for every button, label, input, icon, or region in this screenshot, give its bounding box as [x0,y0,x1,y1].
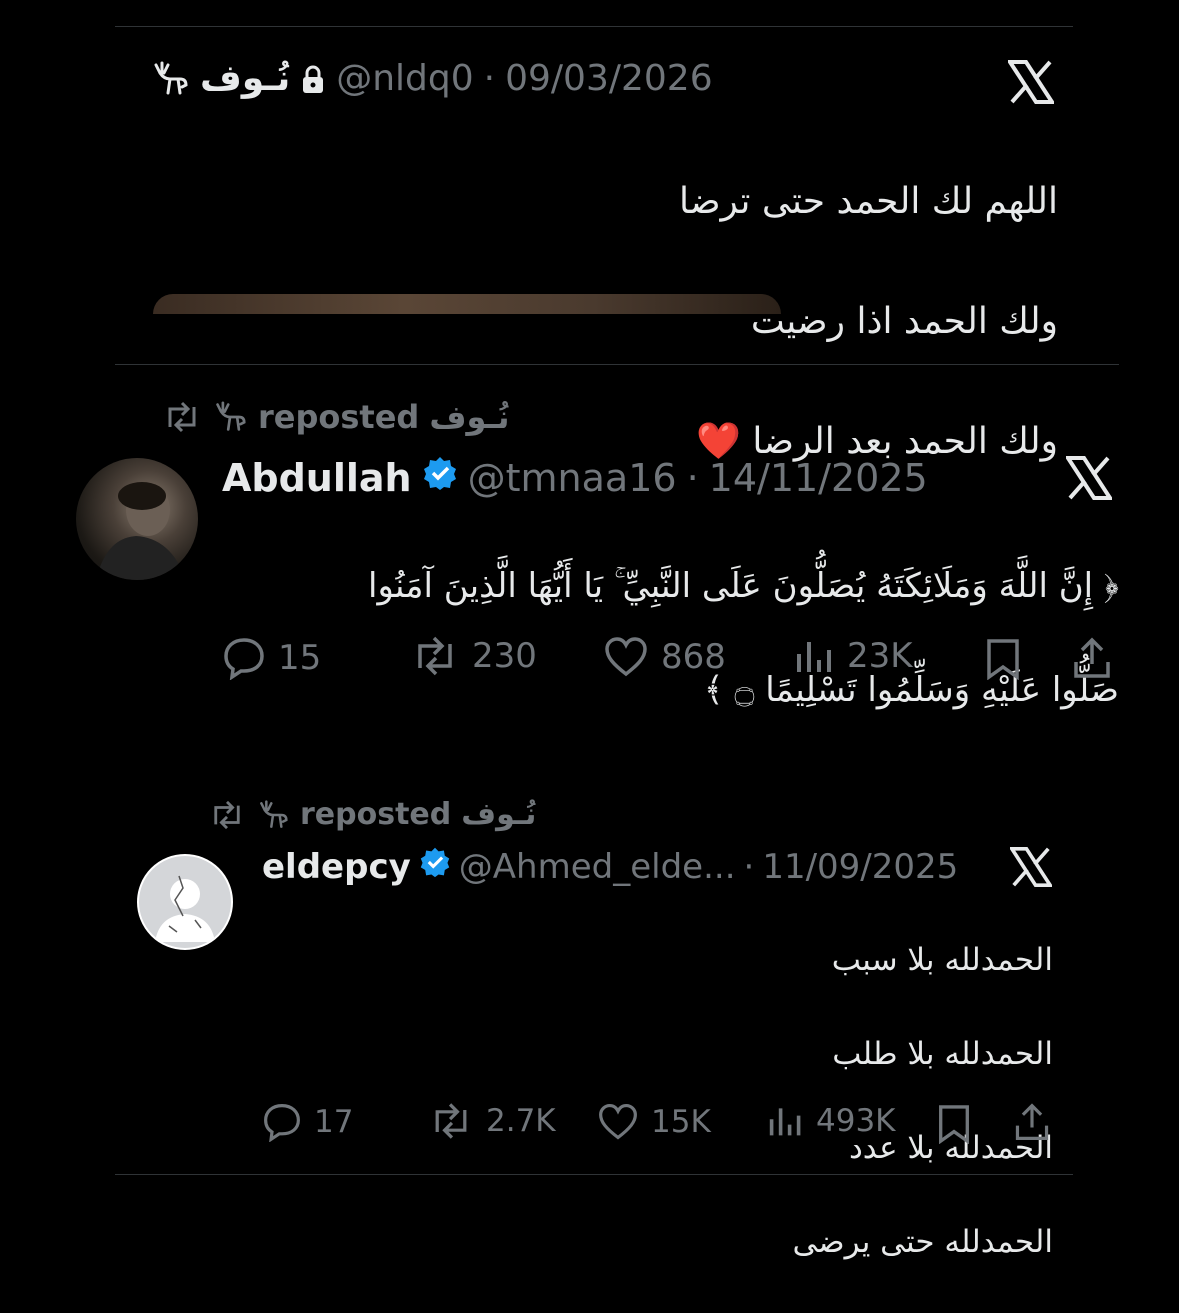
post-3-line-1: الحمدلله بلا سبب [831,942,1053,978]
post-1[interactable]: نُـوف @nldq0 · 09/03/2026 اللهم لك الحمد… [115,40,1073,462]
bookmark-button[interactable] [983,638,1023,684]
views-button[interactable]: 23K [795,636,913,676]
reply-icon [264,1104,300,1142]
post-3-handle[interactable]: @Ahmed_elde... [459,847,736,887]
heart-icon [605,637,647,677]
reply-count: 17 [314,1104,354,1140]
deer-icon [150,61,190,97]
post-1-separator: · [483,58,496,99]
default-avatar-icon [155,875,215,942]
share-button[interactable] [1070,636,1114,684]
post-3-separator: · [743,846,755,887]
x-logo-icon [1006,60,1056,108]
repost-count: 230 [472,636,537,676]
view-count: 493K [816,1103,896,1139]
reply-button[interactable]: 15 [222,636,321,680]
repost-icon [418,636,452,676]
share-icon [1015,1103,1049,1140]
top-divider [115,26,1073,27]
repost-icon [435,1103,467,1139]
lock-icon [300,64,326,94]
bookmark-button[interactable] [935,1104,973,1148]
repost-icon [162,401,202,433]
post-3-line-4: الحمدلله حتى يرضى [792,1224,1053,1260]
like-button[interactable]: 868 [603,636,726,678]
reply-button[interactable]: 17 [262,1102,353,1142]
share-icon [1074,637,1110,678]
reply-icon [224,638,264,680]
like-count: 15K [651,1104,711,1140]
post-3-author-name[interactable]: eldepcy [262,847,411,887]
repost-count: 2.7K [486,1103,556,1139]
reply-count: 15 [278,638,322,678]
post-1-author-name[interactable]: نُـوف [200,58,290,99]
post-3-date[interactable]: 11/09/2025 [762,847,958,887]
bottom-divider [115,1174,1073,1175]
repost-author[interactable]: نُـوف [429,398,509,436]
post-1-handle[interactable]: @nldq0 [336,58,473,99]
post-1-media[interactable] [153,294,781,314]
post-2-author-name[interactable]: Abdullah [222,456,412,500]
bookmark-icon [939,1105,969,1145]
post-2-line-1: ﴿ إِنَّ اللَّهَ وَمَلَائِكَتَهُ يُصَلُّو… [368,566,1119,606]
post-3-repost-banner[interactable]: reposted نُـوف [208,797,536,832]
repost-author[interactable]: نُـوف [461,797,536,832]
views-chart-icon [769,1108,801,1136]
avatar[interactable] [137,854,233,950]
post-2-repost-banner[interactable]: reposted نُـوف [162,398,510,436]
post-1-header: نُـوف @nldq0 · 09/03/2026 [150,58,713,99]
repost-icon [208,800,246,830]
avatar[interactable] [76,458,198,580]
share-button[interactable] [1012,1102,1052,1146]
repost-label: reposted [258,398,420,436]
x-logo-icon [1008,847,1054,891]
views-chart-icon [797,642,831,672]
post-3-header: eldepcy @Ahmed_elde... · 11/09/2025 [262,846,958,887]
like-count: 868 [661,637,726,677]
post-3-line-2: الحمدلله بلا طلب [832,1036,1053,1072]
post-divider-1 [115,364,1119,365]
views-button[interactable]: 493K [768,1102,896,1140]
post-2-date[interactable]: 14/11/2025 [709,456,928,500]
post-1-date[interactable]: 09/03/2026 [505,58,713,99]
bookmark-icon [987,639,1019,681]
verified-badge-icon [422,455,458,500]
post-2-handle[interactable]: @tmnaa16 [468,456,677,500]
deer-icon [212,401,248,433]
repost-label: reposted [300,797,452,832]
view-count: 23K [847,636,913,676]
post-2-header: Abdullah @tmnaa16 · 14/11/2025 [222,455,928,500]
repost-button[interactable]: 2.7K [428,1102,556,1140]
like-button[interactable]: 15K [597,1102,711,1142]
avatar-photo-icon [96,482,186,580]
post-1-line-1: اللهم لك الحمد حتى ترضا [679,181,1058,222]
heart-icon [599,1103,637,1140]
x-logo-icon [1064,456,1114,504]
deer-icon [256,799,290,830]
post-2-separator: · [686,455,699,500]
verified-badge-icon [419,846,451,887]
repost-button[interactable]: 230 [410,636,537,676]
